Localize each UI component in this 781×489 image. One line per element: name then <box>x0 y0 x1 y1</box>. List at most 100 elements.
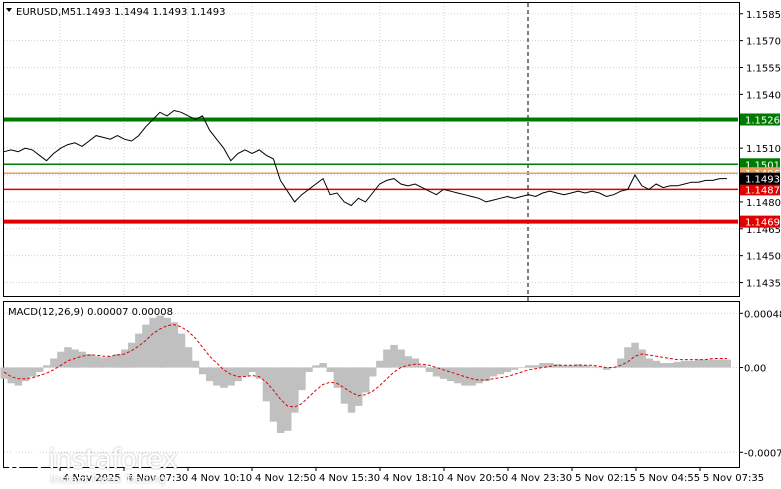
macd-histogram-bar <box>276 367 285 433</box>
macd-histogram-bar <box>227 367 235 386</box>
macd-histogram-bar <box>447 367 455 382</box>
macd-histogram-bar <box>659 363 668 368</box>
macd-histogram-bar <box>454 367 462 384</box>
macd-histogram-bar <box>716 359 724 368</box>
price-level-tag-label: 1.1469 <box>745 218 780 229</box>
logo-brand: instaforex <box>48 444 178 475</box>
macd-axis: 0.00048 0.00 -0.00075 <box>739 309 781 459</box>
current-price-label: 1.1493 <box>745 175 780 186</box>
macd-histogram-bar <box>92 356 101 368</box>
macd-histogram-bar <box>64 347 72 368</box>
macd-histogram-bar <box>574 364 583 368</box>
ohlc-values: 1.1493 1.1494 1.1493 1.1493 <box>76 7 226 18</box>
price-tick-label: 1.1480 <box>746 198 781 209</box>
macd-histogram-bar <box>376 360 384 368</box>
macd-histogram-bar <box>319 363 327 368</box>
price-panel[interactable] <box>3 2 740 297</box>
macd-histogram-bar <box>688 360 696 368</box>
macd-tick-label: 0.00048 <box>744 309 781 320</box>
macd-histogram-bar <box>35 367 44 372</box>
macd-histogram-bar <box>702 359 710 368</box>
macd-panel[interactable] <box>3 301 740 468</box>
macd-histogram-bar <box>638 349 646 368</box>
logo-tagline: Instant Forex Trading <box>50 473 166 486</box>
macd-histogram-bar <box>85 354 93 368</box>
macd-histogram-bar <box>525 365 533 368</box>
macd-histogram-bar <box>489 367 497 377</box>
time-tick-label: 5 Nov 07:35 <box>703 473 764 484</box>
macd-histogram-bar <box>482 367 490 382</box>
macd-histogram-bar <box>135 333 143 368</box>
macd-title: MACD(12,26,9) 0.00007 0.00008 <box>8 307 173 318</box>
macd-histogram-bar <box>184 347 193 368</box>
level-tags: 1.15261.15011.14961.14871.14691.1493 <box>740 113 780 229</box>
price-tick-label: 1.1555 <box>746 64 781 75</box>
macd-histogram-bar <box>468 367 476 386</box>
macd-histogram-bar <box>43 365 51 368</box>
macd-histogram-bar <box>723 359 731 368</box>
time-tick-label: 4 Nov 23:30 <box>511 473 572 484</box>
macd-histogram-bar <box>262 367 271 402</box>
macd-histogram-bar <box>418 365 427 368</box>
price-tick-label: 1.1570 <box>746 37 781 48</box>
macd-histogram-bar <box>78 351 86 368</box>
macd-histogram-bar <box>383 349 391 368</box>
macd-histogram-bar <box>128 342 136 368</box>
macd-histogram-bar <box>666 363 675 368</box>
time-tick-label: 4 Nov 10:10 <box>191 473 252 484</box>
macd-histogram-bar <box>503 367 512 372</box>
chart-canvas: 1.15851.15701.15551.15401.15251.15101.14… <box>0 2 781 484</box>
price-tick-label: 1.1510 <box>746 144 781 155</box>
macd-histogram-bar <box>305 367 313 372</box>
macd-histogram-bar <box>624 347 632 368</box>
instaforex-logo-icon <box>8 446 42 480</box>
macd-histogram-bar <box>28 367 37 377</box>
macd-histogram-bar <box>284 367 292 431</box>
macd-histogram-bar <box>156 315 164 368</box>
symbol-label: EURUSD,M5 <box>16 7 76 18</box>
macd-histogram-bar <box>510 367 519 370</box>
macd-histogram-bar <box>475 367 483 384</box>
macd-histogram-bar <box>411 358 420 368</box>
macd-histogram-bar <box>213 367 221 386</box>
macd-histogram-bar <box>652 360 661 368</box>
macd-histogram-bar <box>617 358 625 368</box>
macd-histogram-bar <box>142 324 150 368</box>
price-level-tag-label: 1.1487 <box>745 185 780 196</box>
macd-histogram-bar <box>269 367 278 422</box>
macd-tick-label: 0.00 <box>744 364 766 375</box>
macd-histogram-bar <box>220 367 228 388</box>
price-level-tag-label: 1.1526 <box>745 115 780 126</box>
macd-histogram-bar <box>326 367 334 372</box>
time-tick-label: 5 Nov 02:15 <box>575 473 636 484</box>
price-tick-label: 1.1450 <box>746 252 781 263</box>
macd-histogram-bar <box>333 367 342 388</box>
time-tick-label: 5 Nov 04:55 <box>639 473 700 484</box>
time-tick-label: 4 Nov 12:50 <box>255 473 316 484</box>
macd-histogram-bar <box>532 365 540 368</box>
macd-histogram-bar <box>517 367 526 369</box>
macd-histogram-bar <box>595 367 604 369</box>
macd-histogram-bar <box>113 354 122 368</box>
macd-histogram-bar <box>695 359 703 368</box>
macd-histogram-bar <box>461 367 469 386</box>
price-axis: 1.15851.15701.15551.15401.15251.15101.14… <box>739 10 781 290</box>
macd-histogram-bar <box>106 356 115 368</box>
macd-histogram-bar <box>241 367 249 377</box>
macd-histogram-bar <box>362 367 370 393</box>
macd-histogram-bar <box>673 361 682 368</box>
macd-histogram-bar <box>198 367 207 375</box>
macd-histogram-bar <box>397 349 405 368</box>
time-tick-label: 4 Nov 20:50 <box>447 473 508 484</box>
macd-histogram-bar <box>170 322 179 368</box>
macd-histogram-bar <box>14 367 23 386</box>
time-tick-label: 4 Nov 15:30 <box>319 473 380 484</box>
macd-histogram-bar <box>312 365 320 368</box>
macd-histogram-bar <box>248 367 256 372</box>
macd-histogram-bar <box>149 317 157 368</box>
macd-histogram-bar <box>354 367 363 406</box>
price-tick-label: 1.1585 <box>746 10 781 21</box>
macd-histogram-bar <box>0 367 8 379</box>
macd-histogram-bar <box>340 367 349 404</box>
macd-histogram-bar <box>347 367 356 413</box>
